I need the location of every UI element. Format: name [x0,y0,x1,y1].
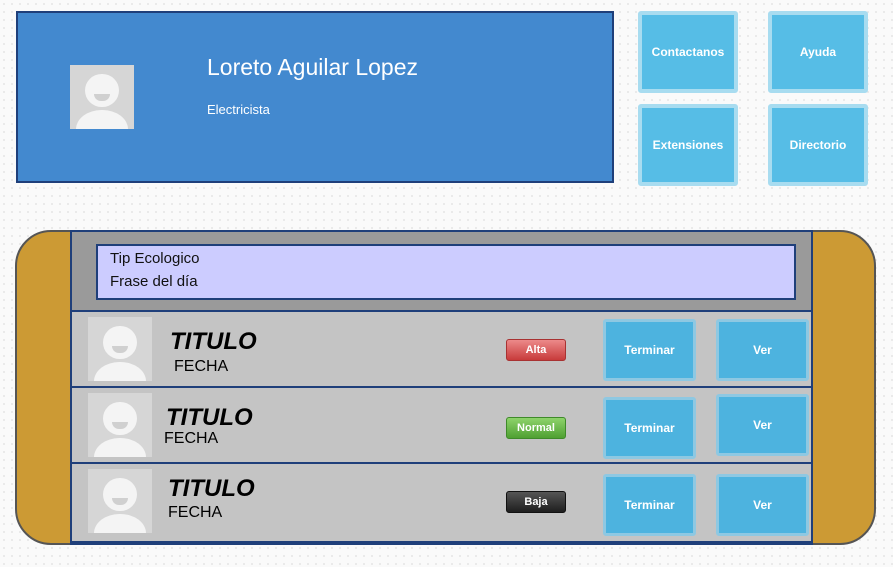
profile-role: Electricista [207,102,270,117]
task-title: TITULO [168,475,255,502]
task-row: TITULO FECHA Baja Terminar Ver [70,462,813,543]
priority-badge-high[interactable]: Alta [506,339,566,361]
priority-badge-low[interactable]: Baja [506,491,566,513]
eco-tip-box: Tip Ecologico Frase del día [96,244,796,300]
eco-tip-title: Tip Ecologico [110,250,200,267]
profile-name: Loreto Aguilar Lopez [207,54,418,80]
contact-button[interactable]: Contactanos [638,11,738,93]
view-task-button[interactable]: Ver [716,394,809,456]
task-avatar-icon [88,317,152,381]
profile-avatar-icon [70,65,134,129]
task-row: TITULO FECHA Alta Terminar Ver [70,310,813,388]
extensions-button[interactable]: Extensiones [638,104,738,186]
priority-badge-normal[interactable]: Normal [506,417,566,439]
task-row: TITULO FECHA Normal Terminar Ver [70,386,813,464]
daily-phrase: Frase del día [110,273,198,290]
view-task-button[interactable]: Ver [716,319,809,381]
finish-task-button[interactable]: Terminar [603,319,696,381]
profile-card: Loreto Aguilar Lopez Electricista [16,11,614,183]
task-avatar-icon [88,393,152,457]
task-avatar-icon [88,469,152,533]
view-task-button[interactable]: Ver [716,474,809,536]
task-title: TITULO [166,404,253,431]
directory-button[interactable]: Directorio [768,104,868,186]
task-date: FECHA [174,358,229,375]
task-title: TITULO [170,328,257,355]
task-date: FECHA [168,504,223,521]
help-button[interactable]: Ayuda [768,11,868,93]
finish-task-button[interactable]: Terminar [603,474,696,536]
finish-task-button[interactable]: Terminar [603,397,696,459]
task-date: FECHA [164,430,219,447]
